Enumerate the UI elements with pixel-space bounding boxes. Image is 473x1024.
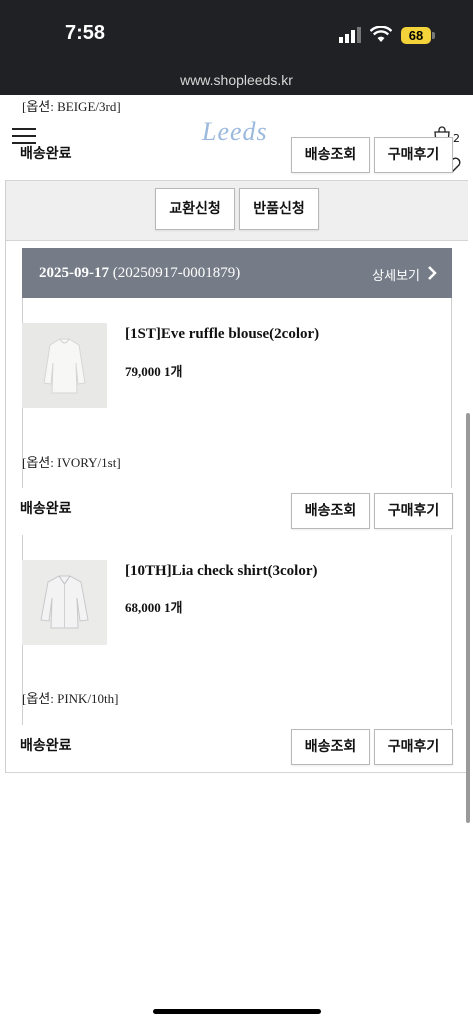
order-date: 2025-09-17: [39, 265, 109, 281]
delivery-status: 배송완료: [20, 738, 72, 754]
blouse-image: [43, 338, 86, 394]
shirt-image: [40, 575, 89, 629]
product-thumbnail[interactable]: [22, 323, 107, 408]
battery-indicator: 68: [401, 27, 431, 44]
battery-nub: [432, 32, 435, 39]
option-text: [옵션: BEIGE/3rd]: [22, 99, 121, 114]
section-divider: [5, 772, 468, 773]
track-delivery-button[interactable]: 배송조회: [291, 493, 370, 529]
cart-count: 2: [453, 132, 460, 145]
chevron-right-icon: [428, 266, 437, 280]
wifi-icon: [370, 26, 392, 42]
order-header[interactable]: 2025-09-17 (20250917-0001879) 상세보기: [22, 248, 452, 298]
write-review-button[interactable]: 구매후기: [374, 493, 453, 529]
url-bar[interactable]: www.shopleeds.kr: [0, 72, 473, 88]
product-name[interactable]: [1ST]Eve ruffle blouse(2color): [125, 326, 319, 343]
return-request-button[interactable]: 반품신청: [239, 188, 319, 230]
card-border-right: [451, 298, 452, 488]
write-review-button[interactable]: 구매후기: [374, 729, 453, 765]
logo[interactable]: Leeds: [202, 117, 268, 147]
product-price: 68,000 1개: [125, 600, 183, 615]
product-name[interactable]: [10TH]Lia check shirt(3color): [125, 563, 317, 580]
option-text: [옵션: IVORY/1st]: [22, 455, 121, 470]
write-review-button[interactable]: 구매후기: [374, 137, 453, 173]
status-bar: 7:58 68 www.shopleeds.kr: [0, 0, 473, 95]
view-details-link[interactable]: 상세보기: [372, 265, 420, 284]
exchange-request-button[interactable]: 교환신청: [155, 188, 235, 230]
track-delivery-button[interactable]: 배송조회: [291, 137, 370, 173]
product-thumbnail[interactable]: [22, 560, 107, 645]
product-price: 79,000 1개: [125, 364, 183, 379]
option-text: [옵션: PINK/10th]: [22, 691, 119, 706]
signal-icon: [339, 27, 361, 43]
card-border-right: [451, 535, 452, 725]
home-indicator[interactable]: [153, 1009, 321, 1014]
claim-actions-bar: [5, 180, 468, 241]
clock: 7:58: [65, 22, 106, 44]
delivery-status: 배송완료: [20, 501, 72, 517]
scrollbar[interactable]: [466, 413, 470, 823]
delivery-status: 배송완료: [20, 146, 72, 162]
order-number: (20250917-0001879): [112, 265, 241, 281]
page-border-left: [5, 180, 6, 773]
track-delivery-button[interactable]: 배송조회: [291, 729, 370, 765]
